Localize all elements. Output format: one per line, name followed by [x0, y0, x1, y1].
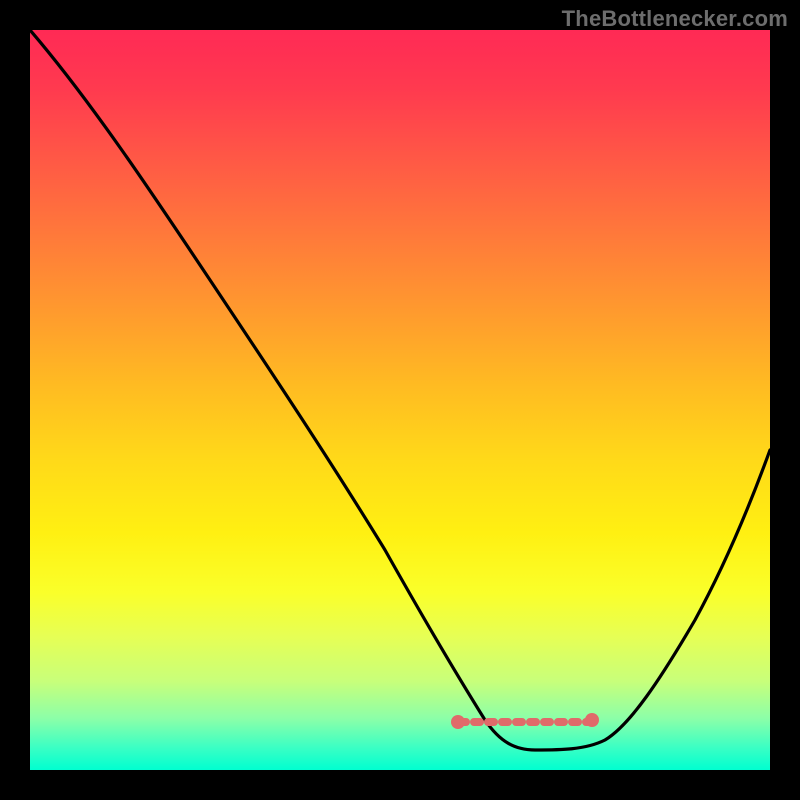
optimal-range-marker [451, 713, 599, 729]
watermark-text: TheBottleneсker.com [562, 6, 788, 32]
curve-layer [30, 30, 770, 770]
bottleneck-curve [30, 30, 770, 750]
chart-container: TheBottleneсker.com [0, 0, 800, 800]
plot-area [30, 30, 770, 770]
